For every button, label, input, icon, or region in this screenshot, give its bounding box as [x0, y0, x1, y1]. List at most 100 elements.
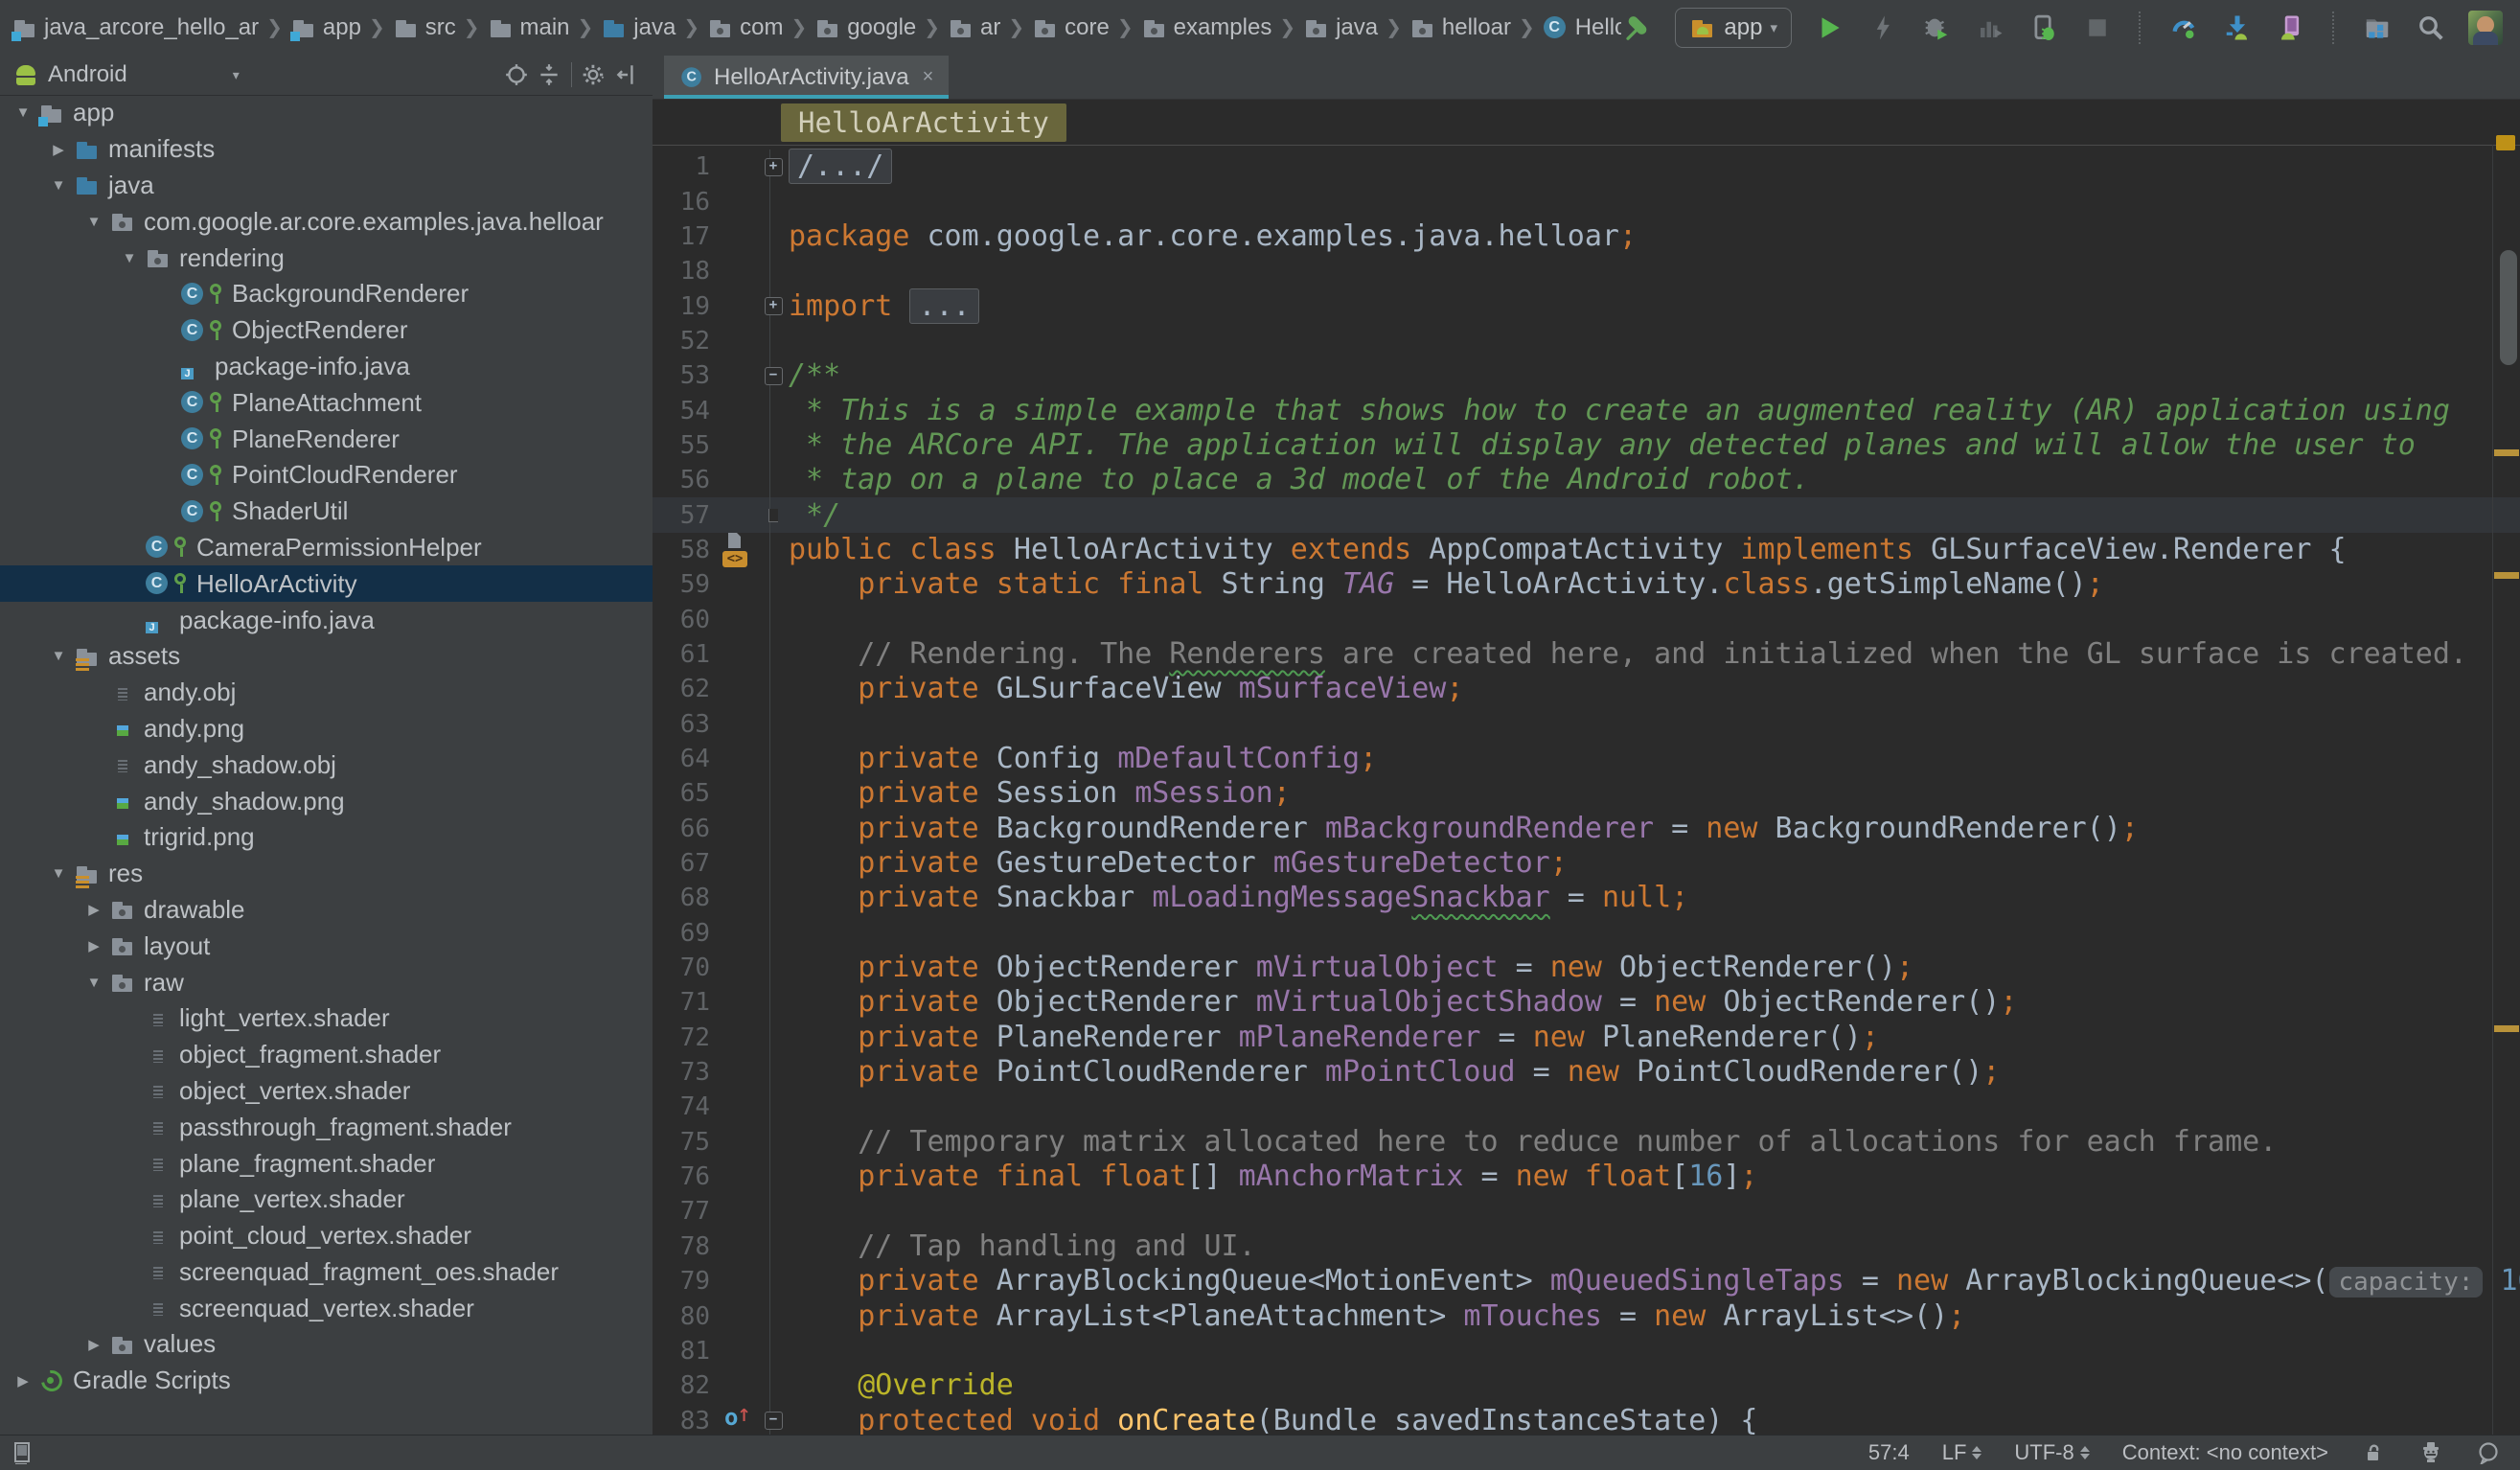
apply-changes-lightning-icon[interactable] — [1867, 11, 1899, 44]
related-xml-icon[interactable] — [722, 551, 747, 567]
code-line-64[interactable]: 64 private Config mDefaultConfig; — [653, 742, 2520, 776]
breadcrumb-item-java[interactable]: java — [601, 14, 676, 41]
settings-gear-icon[interactable] — [578, 60, 610, 89]
tree-item-andy-shadow-png[interactable]: andy_shadow.png — [0, 783, 653, 819]
project-structure-icon[interactable] — [2361, 11, 2394, 44]
tree-item-res[interactable]: ▼res — [0, 856, 653, 892]
scrollbar-thumb[interactable] — [2500, 250, 2517, 365]
tree-item-object-vertex-shader[interactable]: object_vertex.shader — [0, 1073, 653, 1110]
chevron-collapsed-icon[interactable]: ▶ — [79, 1336, 109, 1353]
code-line-16[interactable]: 16 — [653, 184, 2520, 218]
user-avatar[interactable] — [2468, 11, 2503, 45]
breadcrumb-item-src[interactable]: src — [393, 14, 456, 41]
chevron-expanded-icon[interactable]: ▼ — [79, 975, 109, 991]
warning-stripe-mark[interactable] — [2494, 449, 2519, 456]
code-line-68[interactable]: 68 private Snackbar mLoadingMessageSnack… — [653, 881, 2520, 915]
caret-position-widget[interactable]: 57:4 — [1868, 1440, 1910, 1465]
tree-item-objectrenderer[interactable]: ObjectRenderer — [0, 312, 653, 349]
breadcrumb-item-helloaractivity[interactable]: HelloArActivity — [1543, 14, 1622, 41]
code-line-74[interactable]: 74 — [653, 1090, 2520, 1124]
code-line-77[interactable]: 77 — [653, 1194, 2520, 1229]
breadcrumb-item-examples[interactable]: examples — [1141, 14, 1272, 41]
chevron-expanded-icon[interactable]: ▼ — [43, 648, 74, 664]
tree-item-backgroundrenderer[interactable]: BackgroundRenderer — [0, 276, 653, 312]
context-widget[interactable]: Context: <no context> — [2122, 1440, 2328, 1465]
avd-manager-device-icon[interactable] — [2275, 11, 2307, 44]
breadcrumb-item-java_arcore_hello_ar[interactable]: java_arcore_hello_ar — [11, 14, 259, 41]
class-file-icon[interactable] — [726, 533, 744, 549]
tree-item-light-vertex-shader[interactable]: light_vertex.shader — [0, 1000, 653, 1037]
code-editor[interactable]: 1+/.../1617package com.google.ar.core.ex… — [653, 146, 2520, 1436]
chevron-collapsed-icon[interactable]: ▶ — [79, 901, 109, 918]
tree-item-plane-fragment-shader[interactable]: plane_fragment.shader — [0, 1145, 653, 1182]
code-line-79[interactable]: 79 private ArrayBlockingQueue<MotionEven… — [653, 1264, 2520, 1298]
tree-item-values[interactable]: ▶values — [0, 1326, 653, 1363]
code-line-17[interactable]: 17package com.google.ar.core.examples.ja… — [653, 219, 2520, 254]
tool-window-toggle-icon[interactable] — [11, 1441, 34, 1464]
locate-target-icon[interactable] — [500, 60, 533, 89]
breadcrumb-item-main[interactable]: main — [488, 14, 570, 41]
tree-item-object-fragment-shader[interactable]: object_fragment.shader — [0, 1037, 653, 1073]
collapse-all-icon[interactable] — [533, 60, 565, 89]
code-line-53[interactable]: 53−/** — [653, 358, 2520, 393]
code-line-82[interactable]: 82 @Override — [653, 1368, 2520, 1403]
tab-helloaractivity[interactable]: HelloArActivity.java × — [664, 56, 949, 99]
code-line-19[interactable]: 19+import ... — [653, 288, 2520, 323]
highlighting-level-icon[interactable] — [2418, 1440, 2443, 1465]
code-line-58[interactable]: 58public class HelloArActivity extends A… — [653, 533, 2520, 567]
tree-item-andy-shadow-obj[interactable]: andy_shadow.obj — [0, 746, 653, 783]
code-line-78[interactable]: 78 // Tap handling and UI. — [653, 1229, 2520, 1264]
code-line-66[interactable]: 66 private BackgroundRenderer mBackgroun… — [653, 812, 2520, 846]
code-line-62[interactable]: 62 private GLSurfaceView mSurfaceView; — [653, 672, 2520, 706]
code-line-69[interactable]: 69 — [653, 916, 2520, 951]
code-line-52[interactable]: 52 — [653, 324, 2520, 358]
tree-item-layout[interactable]: ▶layout — [0, 928, 653, 964]
tree-item-com-google-ar-core-examples-java-helloar[interactable]: ▼com.google.ar.core.examples.java.helloa… — [0, 203, 653, 240]
tree-item-screenquad-fragment-oes-shader[interactable]: screenquad_fragment_oes.shader — [0, 1254, 653, 1291]
fold-marker-plus[interactable]: + — [765, 297, 783, 315]
breadcrumb-item-core[interactable]: core — [1032, 14, 1110, 41]
hide-panel-icon[interactable] — [610, 60, 643, 89]
chevron-collapsed-icon[interactable]: ▶ — [79, 937, 109, 954]
warning-stripe-mark[interactable] — [2494, 1025, 2519, 1032]
sdk-manager-download-icon[interactable] — [2221, 11, 2254, 44]
attach-debugger-device-icon[interactable] — [2027, 11, 2060, 44]
tree-item-drawable[interactable]: ▶drawable — [0, 892, 653, 929]
tree-item-gradle-scripts[interactable]: ▶Gradle Scripts — [0, 1363, 653, 1399]
build-hammer-icon[interactable] — [1621, 11, 1654, 44]
project-view-selector[interactable]: Android — [48, 61, 127, 88]
android-profiler-gauge-icon[interactable] — [2167, 11, 2200, 44]
code-line-67[interactable]: 67 private GestureDetector mGestureDetec… — [653, 846, 2520, 881]
tree-item-plane-vertex-shader[interactable]: plane_vertex.shader — [0, 1182, 653, 1218]
search-everywhere-icon[interactable] — [2415, 11, 2447, 44]
chevron-collapsed-icon[interactable]: ▶ — [8, 1372, 38, 1390]
run-play-icon[interactable] — [1813, 11, 1845, 44]
tree-item-pointcloudrenderer[interactable]: PointCloudRenderer — [0, 457, 653, 494]
code-line-80[interactable]: 80 private ArrayList<PlaneAttachment> mT… — [653, 1298, 2520, 1333]
chevron-expanded-icon[interactable]: ▼ — [43, 177, 74, 194]
chevron-expanded-icon[interactable]: ▼ — [8, 104, 38, 121]
tree-item-assets[interactable]: ▼assets — [0, 638, 653, 675]
breadcrumb-item-app[interactable]: app — [290, 14, 361, 41]
code-line-57[interactable]: 57 */ — [653, 497, 2520, 532]
code-line-61[interactable]: 61 // Rendering. The Renderers are creat… — [653, 637, 2520, 672]
code-line-55[interactable]: 55 * the ARCore API. The application wil… — [653, 428, 2520, 463]
code-line-70[interactable]: 70 private ObjectRenderer mVirtualObject… — [653, 951, 2520, 985]
tree-item-manifests[interactable]: ▶manifests — [0, 131, 653, 168]
chevron-collapsed-icon[interactable]: ▶ — [43, 141, 74, 158]
code-line-18[interactable]: 18 — [653, 254, 2520, 288]
tree-item-rendering[interactable]: ▼rendering — [0, 240, 653, 276]
tree-item-package-info-java[interactable]: package-info.java — [0, 602, 653, 638]
code-line-65[interactable]: 65 private Session mSession; — [653, 776, 2520, 811]
code-line-63[interactable]: 63 — [653, 707, 2520, 742]
tree-item-point-cloud-vertex-shader[interactable]: point_cloud_vertex.shader — [0, 1218, 653, 1254]
profile-bars-icon[interactable] — [1974, 11, 2006, 44]
tree-item-trigrid-png[interactable]: trigrid.png — [0, 819, 653, 856]
code-line-83[interactable]: 83− protected void onCreate(Bundle saved… — [653, 1403, 2520, 1436]
tree-item-helloaractivity[interactable]: HelloArActivity — [0, 565, 653, 602]
encoding-widget[interactable]: UTF-8 — [2014, 1440, 2089, 1465]
chevron-expanded-icon[interactable]: ▼ — [79, 214, 109, 230]
code-line-71[interactable]: 71 private ObjectRenderer mVirtualObject… — [653, 985, 2520, 1020]
close-icon[interactable]: × — [923, 66, 934, 88]
tree-item-planerenderer[interactable]: PlaneRenderer — [0, 421, 653, 457]
